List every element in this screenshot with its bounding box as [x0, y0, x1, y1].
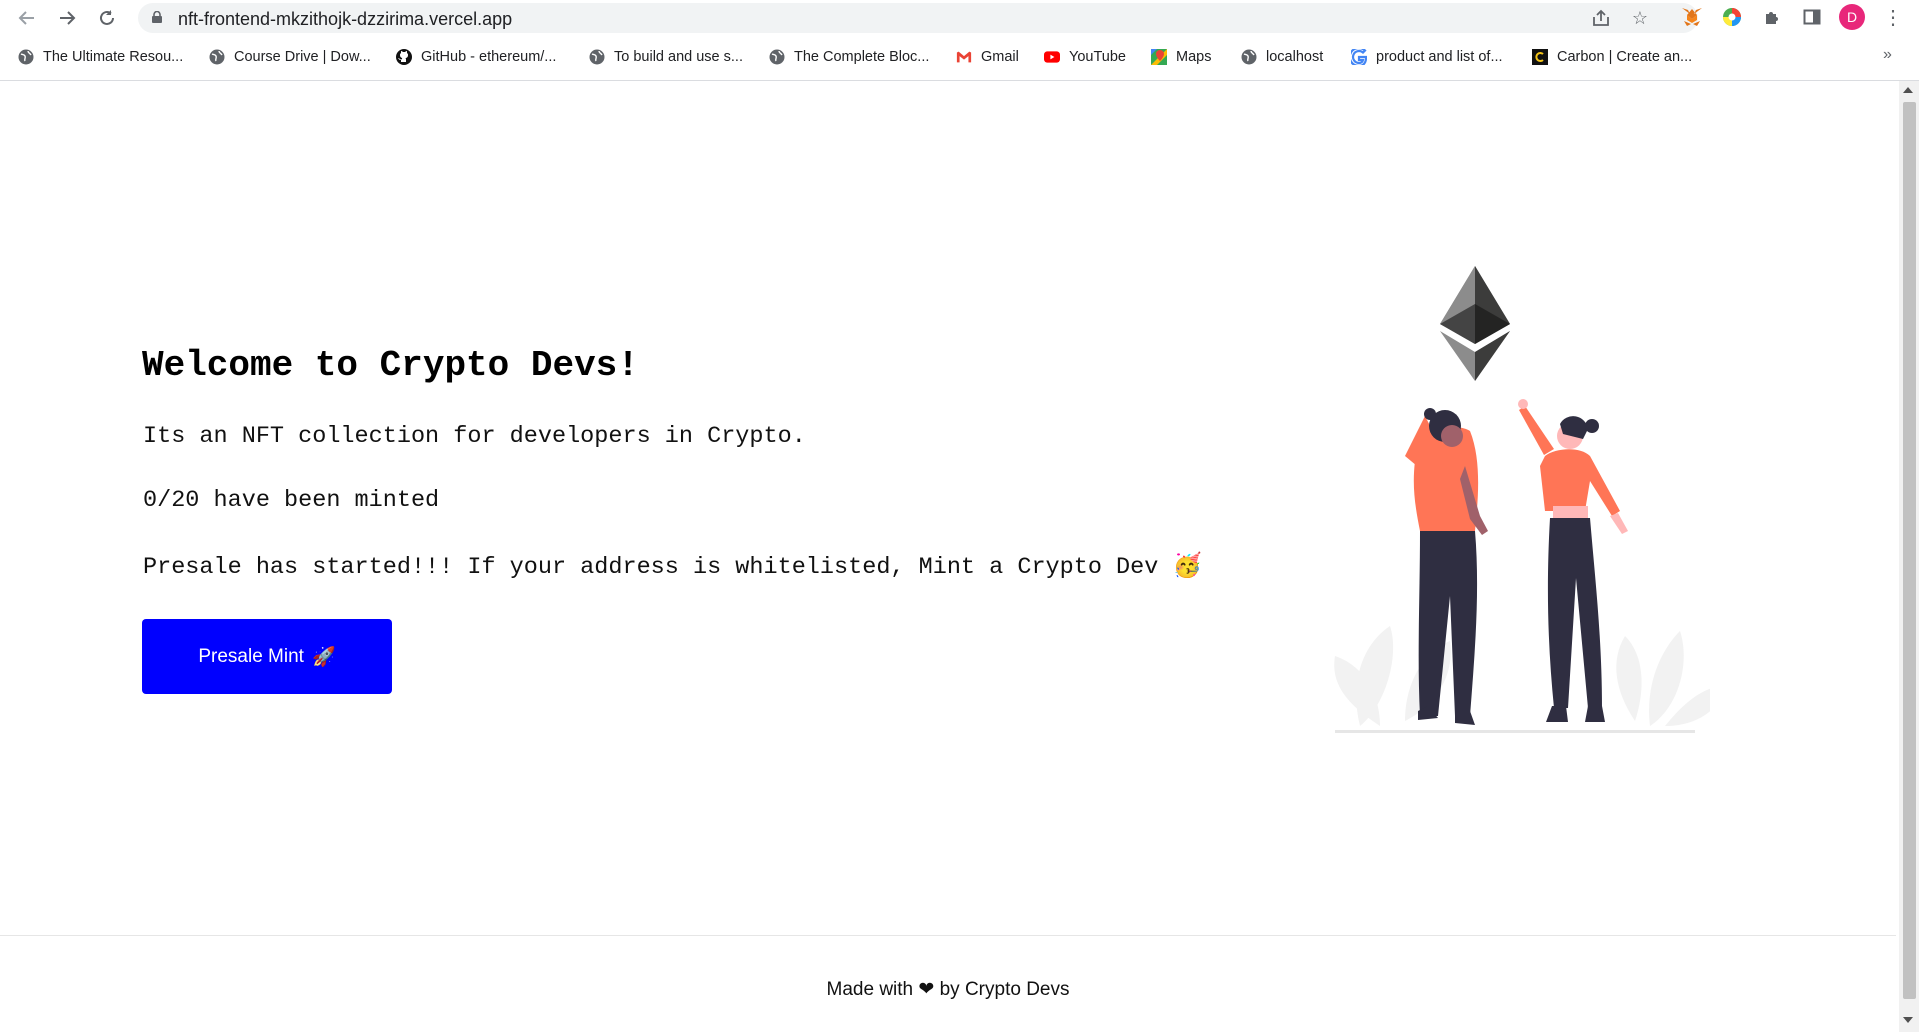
bookmark-label: GitHub - ethereum/... [421, 49, 557, 65]
bookmark-label: product and list of... [1376, 49, 1503, 65]
bookmark-item[interactable]: Maps [1151, 46, 1211, 68]
page-footer: Made with ❤ by Crypto Devs [0, 978, 1896, 1001]
gmail-icon [956, 49, 972, 65]
bookmark-label: The Ultimate Resou... [43, 49, 184, 65]
footer-by: by Crypto Devs [939, 979, 1070, 1000]
minted-count: 0/20 have been minted [143, 487, 440, 514]
browser-toolbar: nft-frontend-mkzithojk-dzzirima.vercel.a… [0, 0, 1919, 35]
mint-button-label: Presale Mint [198, 645, 304, 667]
ground-line [1335, 730, 1695, 733]
google-icon [1351, 49, 1367, 65]
more-bookmarks-button[interactable]: » [1883, 46, 1892, 64]
footer-made-with: Made with [826, 979, 914, 1000]
bookmark-item[interactable]: To build and use s... [589, 46, 743, 68]
metamask-icon[interactable] [1680, 5, 1704, 29]
globe-icon [589, 49, 605, 65]
maps-icon [1151, 49, 1167, 65]
side-panel-icon[interactable] [1800, 5, 1824, 29]
globe-icon [209, 49, 225, 65]
bookmark-item[interactable]: product and list of... [1351, 46, 1503, 68]
globe-icon [769, 49, 785, 65]
share-icon[interactable] [1590, 7, 1612, 29]
scrollbar-thumb[interactable] [1903, 102, 1916, 999]
page-title: Welcome to Crypto Devs! [142, 345, 639, 386]
page-content: Welcome to Crypto Devs! Its an NFT colle… [0, 81, 1896, 936]
lock-icon [152, 11, 162, 23]
bookmark-item[interactable]: The Ultimate Resou... [18, 46, 183, 68]
bookmark-item[interactable]: Carbon | Create an... [1532, 46, 1692, 68]
browser-menu-icon[interactable]: ⋮ [1883, 5, 1903, 29]
globe-icon [1241, 49, 1257, 65]
bookmark-item[interactable]: Course Drive | Dow... [209, 46, 371, 68]
bookmark-item[interactable]: localhost [1241, 46, 1323, 68]
profile-avatar[interactable]: D [1839, 4, 1865, 30]
github-icon [396, 49, 412, 65]
address-bar[interactable]: nft-frontend-mkzithojk-dzzirima.vercel.a… [138, 3, 1698, 33]
person-woman [1518, 399, 1628, 722]
extensions-puzzle-icon[interactable] [1760, 5, 1784, 29]
bookmark-label: Course Drive | Dow... [234, 49, 371, 65]
presale-mint-button[interactable]: Presale Mint 🚀 [142, 619, 392, 694]
bookmark-item[interactable]: GitHub - ethereum/... [396, 46, 556, 68]
bookmarks-bar: The Ultimate Resou... Course Drive | Dow… [0, 40, 1919, 74]
bookmark-star-icon[interactable]: ☆ [1629, 7, 1651, 29]
bookmark-item[interactable]: The Complete Bloc... [769, 46, 929, 68]
collection-description: Its an NFT collection for developers in … [143, 423, 806, 450]
globe-icon [18, 49, 34, 65]
bookmark-label: Maps [1176, 49, 1212, 65]
reload-icon[interactable] [94, 5, 120, 31]
scroll-down-arrow-icon[interactable] [1903, 1017, 1913, 1023]
ethereum-logo-icon [1440, 266, 1510, 381]
bookmark-item[interactable]: Gmail [956, 46, 1019, 68]
footer-divider [0, 935, 1896, 936]
color-picker-extension-icon[interactable] [1720, 5, 1744, 29]
bookmark-label: Carbon | Create an... [1557, 49, 1693, 65]
carbon-icon [1532, 49, 1548, 65]
rocket-icon: 🚀 [311, 646, 336, 668]
vertical-scrollbar[interactable] [1899, 81, 1919, 1032]
bookmark-item[interactable]: YouTube [1044, 46, 1126, 68]
presale-message: Presale has started!!! If your address i… [143, 554, 1202, 581]
forward-arrow-icon[interactable] [54, 5, 80, 31]
back-arrow-icon[interactable] [14, 5, 40, 31]
bookmark-label: The Complete Bloc... [794, 49, 930, 65]
heart-icon: ❤ [918, 979, 935, 1000]
crypto-devs-illustration [1334, 266, 1710, 733]
bookmark-label: Gmail [981, 49, 1019, 65]
bookmark-label: YouTube [1069, 49, 1126, 65]
bookmark-label: localhost [1266, 49, 1324, 65]
scroll-up-arrow-icon[interactable] [1903, 87, 1913, 93]
leaf-plant-right [1616, 631, 1710, 726]
url-text[interactable]: nft-frontend-mkzithojk-dzzirima.vercel.a… [178, 9, 512, 30]
youtube-icon [1044, 49, 1060, 65]
bookmark-label: To build and use s... [614, 49, 743, 65]
